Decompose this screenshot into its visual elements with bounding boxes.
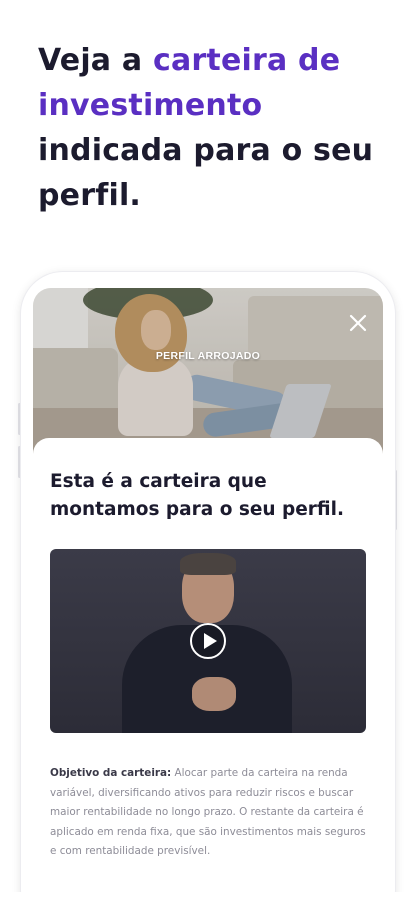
- portfolio-sheet: Esta é a carteira que montamos para o se…: [33, 438, 383, 900]
- phone-screen: PERFIL ARROJADO Esta é a carteira que mo…: [33, 288, 383, 900]
- play-button[interactable]: [190, 623, 226, 659]
- video-player[interactable]: [50, 549, 366, 733]
- close-icon: [349, 314, 367, 332]
- profile-label: PERFIL ARROJADO: [155, 350, 261, 362]
- bottom-edge: [0, 892, 415, 900]
- play-icon: [204, 633, 217, 649]
- objective-text: Alocar parte da carteira na renda variáv…: [50, 767, 366, 857]
- promo-headline: Veja a carteira de investimento indicada…: [38, 38, 388, 218]
- headline-part2: indicada para o seu perfil.: [38, 133, 374, 213]
- headline-part1: Veja a: [38, 43, 153, 78]
- objective-label: Objetivo da carteira:: [50, 767, 172, 779]
- hero-image: PERFIL ARROJADO: [33, 288, 383, 463]
- close-button[interactable]: [347, 312, 369, 334]
- portfolio-objective: Objetivo da carteira: Alocar parte da ca…: [50, 764, 372, 862]
- phone-mockup: PERFIL ARROJADO Esta é a carteira que mo…: [21, 272, 395, 900]
- sheet-title: Esta é a carteira que montamos para o se…: [50, 471, 345, 520]
